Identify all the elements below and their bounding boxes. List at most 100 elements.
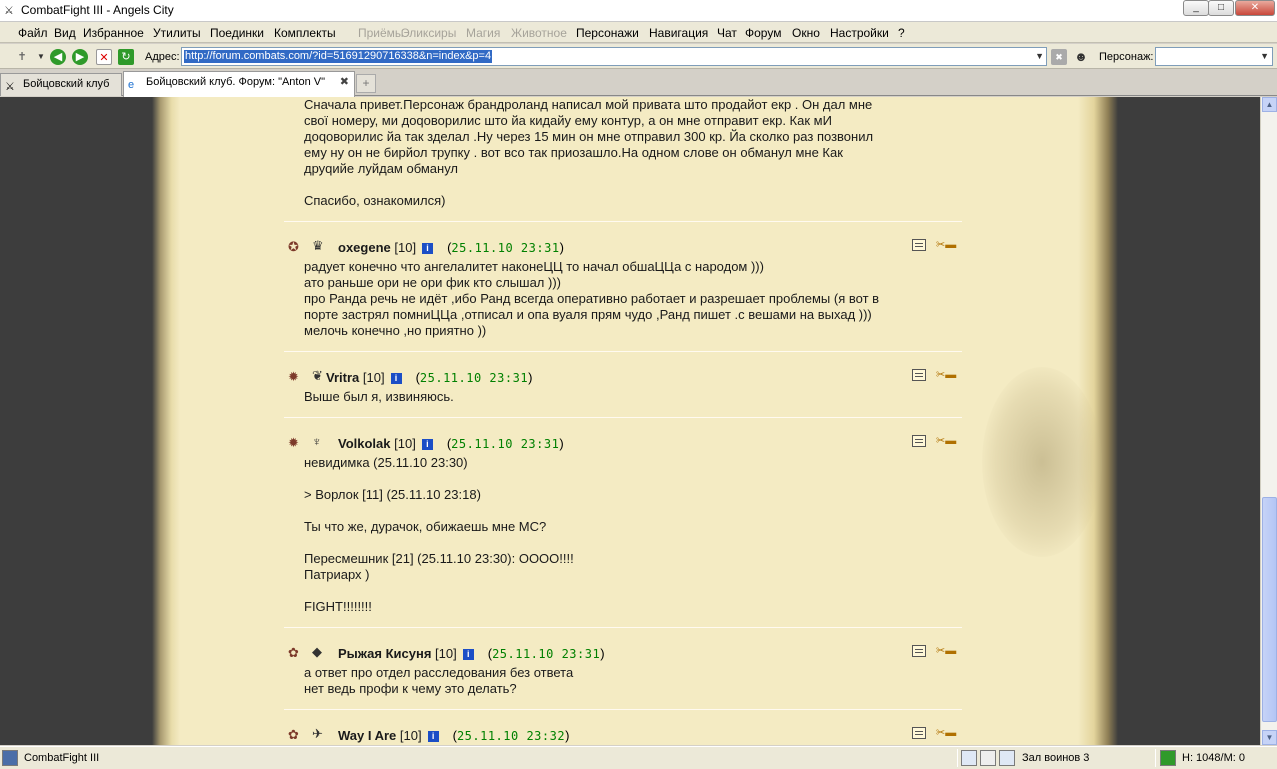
info-icon[interactable]: i	[422, 243, 434, 254]
post-author[interactable]: oxegene [10] i (25.11.10 23:31)	[338, 240, 564, 255]
new-tab-button[interactable]: +	[356, 74, 376, 93]
menu-item[interactable]: Форум	[745, 26, 781, 40]
menu-item[interactable]: Приёмы	[358, 26, 404, 40]
clan-icon[interactable]: ♆	[312, 434, 322, 449]
post-divider	[284, 709, 962, 710]
menu-item[interactable]: Файл	[18, 26, 48, 40]
post-author[interactable]: Рыжая Кисуня [10] i (25.11.10 23:31)	[338, 646, 605, 661]
post-date: (25.11.10 23:32)	[452, 728, 570, 743]
moderate-icon[interactable]: ✂▬	[936, 434, 960, 448]
quote-icon[interactable]	[912, 369, 926, 381]
author-nick[interactable]: oxegene	[338, 240, 391, 255]
menu-item[interactable]: Персонажи	[576, 26, 639, 40]
moderate-icon[interactable]: ✂▬	[936, 238, 960, 252]
info-icon[interactable]: i	[390, 373, 402, 384]
close-button[interactable]: ✕	[1235, 0, 1275, 16]
maximize-button[interactable]: □	[1208, 0, 1234, 16]
post-author[interactable]: Volkolak [10] i (25.11.10 23:31)	[338, 436, 564, 451]
back-icon[interactable]: ◀	[50, 49, 66, 65]
menu-item[interactable]: Окно	[792, 26, 820, 40]
tab-forum[interactable]: e Бойцовский клуб. Форум: "Anton V" ✖	[123, 71, 355, 97]
minimize-button[interactable]: _	[1183, 0, 1209, 16]
window-title: CombatFight III - Angels City	[21, 3, 174, 17]
clan-icon[interactable]: ✈	[312, 726, 323, 742]
post-date: (25.11.10 23:31)	[415, 370, 533, 385]
pin-icon[interactable]: ✝	[14, 49, 30, 65]
menu-item[interactable]: Эликсиры	[401, 26, 456, 40]
clan-icon[interactable]: ◆	[312, 644, 322, 660]
author-nick[interactable]: Vritra	[326, 370, 359, 385]
refresh-status-icon[interactable]	[1160, 750, 1176, 766]
menu-item[interactable]: Поединки	[210, 26, 264, 40]
moderate-icon[interactable]: ✂▬	[936, 726, 960, 740]
author-nick[interactable]: Volkolak	[338, 436, 391, 451]
scroll-thumb[interactable]	[1262, 497, 1277, 722]
dropdown-icon[interactable]: ▼	[33, 49, 49, 65]
scroll-up-icon[interactable]: ▲	[1262, 97, 1277, 112]
history-icon[interactable]	[961, 750, 977, 766]
quote-icon[interactable]	[912, 435, 926, 447]
forward-icon[interactable]: ▶	[72, 49, 88, 65]
info-icon[interactable]: i	[421, 439, 433, 450]
vertical-scrollbar[interactable]: ▲ ▼	[1260, 97, 1277, 745]
alignment-icon[interactable]: ✹	[288, 369, 299, 385]
page-icon[interactable]	[980, 750, 996, 766]
parchment: Сначала привет.Персонаж брандроланд напи…	[152, 97, 1118, 745]
post-header: ✪ ♛ oxegene [10] i (25.11.10 23:31) ✂▬	[284, 237, 962, 257]
post-line: Ты что же, дурачок, обижаешь мне МС?	[304, 519, 547, 534]
alignment-icon[interactable]: ✹	[288, 435, 299, 451]
quote-icon[interactable]	[912, 645, 926, 657]
clear-icon[interactable]: ✖	[1051, 49, 1067, 65]
menu-item[interactable]: Утилиты	[153, 26, 201, 40]
author-level: [10]	[394, 240, 417, 255]
stop-icon[interactable]: ✕	[96, 49, 112, 65]
address-url[interactable]: http://forum.combats.com/?id=51691290716…	[184, 50, 493, 63]
menu-item[interactable]: Магия	[466, 26, 500, 40]
characters-icon[interactable]: ☻	[1073, 49, 1089, 65]
globe-watermark	[982, 367, 1102, 557]
menu-item[interactable]: Комплекты	[274, 26, 336, 40]
address-dropdown-icon[interactable]: ▼	[1035, 51, 1044, 61]
author-nick[interactable]: Рыжая Кисуня	[338, 646, 431, 661]
menu-item[interactable]: Чат	[717, 26, 737, 40]
post-author[interactable]: Vritra [10] i (25.11.10 23:31)	[326, 370, 532, 385]
refresh-icon[interactable]: ↻	[118, 49, 134, 65]
author-nick[interactable]: Way I Are	[338, 728, 396, 743]
tab-fight-club[interactable]: ⚔ Бойцовский клуб	[0, 73, 122, 96]
menu-item[interactable]: Настройки	[830, 26, 889, 40]
clan-icon[interactable]: ♛	[312, 238, 324, 254]
menu-item[interactable]: Вид	[54, 26, 76, 40]
character-label: Персонаж:	[1099, 51, 1154, 63]
menu-item[interactable]: ?	[898, 26, 905, 40]
clan-icon[interactable]: ❦	[312, 368, 323, 384]
post-line: а ответ про отдел расследования без отве…	[304, 665, 574, 680]
post-line: Патриарх )	[304, 567, 370, 582]
post-line	[304, 471, 962, 487]
window-icon[interactable]	[999, 750, 1015, 766]
alignment-icon[interactable]: ✿	[288, 727, 299, 743]
alignment-icon[interactable]: ✪	[288, 239, 299, 255]
character-select[interactable]: ▼	[1155, 47, 1273, 66]
quote-icon[interactable]	[912, 727, 926, 739]
address-input[interactable]: http://forum.combats.com/?id=51691290716…	[181, 47, 1047, 66]
alignment-icon[interactable]: ✿	[288, 645, 299, 661]
info-icon[interactable]: i	[462, 649, 474, 660]
menu-item[interactable]: Животное	[511, 26, 567, 40]
moderate-icon[interactable]: ✂▬	[936, 368, 960, 382]
forum-post: Сначала привет.Персонаж брандроланд напи…	[284, 97, 962, 209]
post-line: Пересмешник [21] (25.11.10 23:30): ОООО!…	[304, 551, 574, 566]
menu-item[interactable]: Навигация	[649, 26, 708, 40]
author-level: [10]	[399, 728, 422, 743]
tab-close-icon[interactable]: ✖	[340, 72, 349, 92]
moderate-icon[interactable]: ✂▬	[936, 644, 960, 658]
post-body: невидимка (25.11.10 23:30) > Ворлок [11] …	[284, 453, 962, 615]
post-author[interactable]: Way I Are [10] i (25.11.10 23:32)	[338, 728, 569, 743]
character-dropdown-icon[interactable]: ▼	[1260, 51, 1269, 61]
status-room: Зал воинов 3	[1022, 752, 1090, 764]
menu-item[interactable]: Избранное	[83, 26, 144, 40]
forum-page: Сначала привет.Персонаж брандроланд напи…	[0, 97, 1260, 745]
post-body: радует конечно что ангелалитет наконеЦЦ …	[284, 257, 962, 339]
info-icon[interactable]: i	[427, 731, 439, 742]
scroll-down-icon[interactable]: ▼	[1262, 730, 1277, 745]
quote-icon[interactable]	[912, 239, 926, 251]
